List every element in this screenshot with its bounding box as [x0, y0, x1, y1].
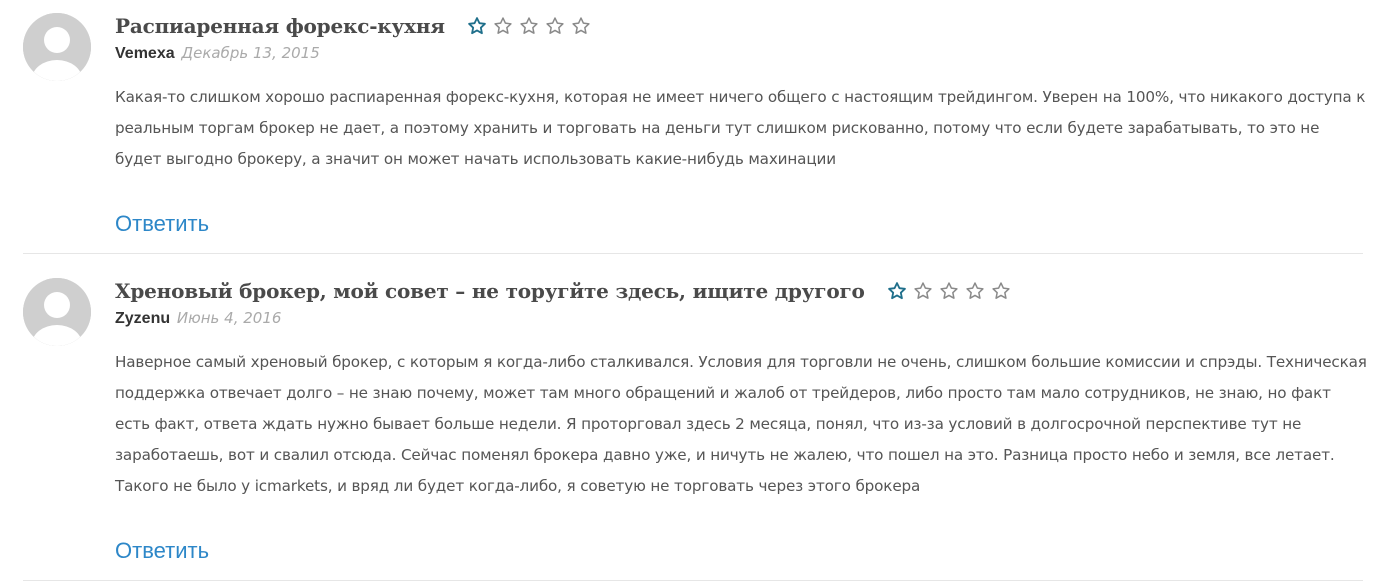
star-empty-icon	[939, 281, 959, 301]
default-user-avatar-icon	[23, 278, 91, 346]
star-empty-icon	[571, 16, 591, 36]
comment-header: Распиаренная форекс-кухня	[115, 11, 591, 41]
star-empty-icon	[913, 281, 933, 301]
star-empty-icon	[519, 16, 539, 36]
comment-divider	[23, 580, 1363, 581]
default-user-avatar-icon	[23, 13, 91, 81]
comment-text: Наверное самый хреновый брокер, с которы…	[115, 353, 1367, 495]
star-filled-icon	[467, 16, 487, 36]
star-empty-icon	[991, 281, 1011, 301]
comment-meta: Vemexa Декабрь 13, 2015	[115, 44, 320, 63]
star-empty-icon	[965, 281, 985, 301]
comment-title: Хреновый брокер, мой совет – не торугйте…	[115, 279, 865, 303]
star-empty-icon	[545, 16, 565, 36]
comment-text: Какая-то слишком хорошо распиаренная фор…	[115, 88, 1366, 168]
reply-link[interactable]: Ответить	[115, 211, 209, 237]
avatar	[23, 13, 91, 81]
star-rating	[467, 16, 591, 36]
comment-date: Июнь 4, 2016	[176, 309, 282, 327]
comment-author: Zyzenu	[115, 310, 171, 327]
comment-date: Декабрь 13, 2015	[181, 44, 320, 62]
star-filled-icon	[887, 281, 907, 301]
star-empty-icon	[493, 16, 513, 36]
avatar	[23, 278, 91, 346]
comment-divider	[23, 253, 1363, 254]
comment-header: Хреновый брокер, мой совет – не торугйте…	[115, 276, 1011, 306]
comment-author: Vemexa	[115, 45, 175, 62]
comment-meta: Zyzenu Июнь 4, 2016	[115, 309, 281, 328]
star-rating	[887, 281, 1011, 301]
comment-title: Распиаренная форекс-кухня	[115, 14, 445, 38]
reply-link[interactable]: Ответить	[115, 538, 209, 564]
